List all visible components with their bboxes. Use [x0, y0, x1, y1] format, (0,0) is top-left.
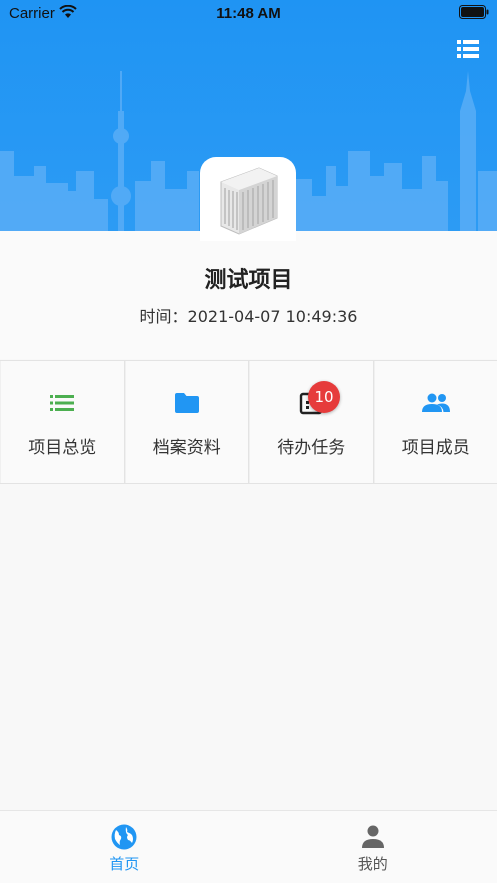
tab-home-label: 首页 [109, 855, 140, 873]
project-logo [200, 157, 296, 241]
grid-item-archives[interactable]: 档案资料 [124, 361, 249, 483]
status-bar: Carrier 11:48 AM [0, 0, 497, 26]
feature-grid: 项目总览 档案资料 10 待办任务 项目成员 [0, 360, 497, 484]
project-title: 测试项目 [204, 268, 293, 293]
grid-item-label: 项目成员 [401, 438, 470, 458]
grid-item-overview[interactable]: 项目总览 [0, 361, 125, 483]
globe-icon [111, 824, 137, 850]
grid-item-label: 待办任务 [277, 438, 346, 458]
folder-icon [173, 391, 201, 415]
grid-item-members[interactable]: 项目成员 [373, 361, 497, 483]
status-time: 11:48 AM [216, 5, 281, 22]
tab-home[interactable]: 首页 [0, 811, 249, 883]
bottom-tab-bar: 首页 我的 [0, 810, 497, 883]
project-time: 时间：2021-04-07 10:49:36 [0, 303, 497, 327]
list-menu-icon[interactable] [457, 40, 479, 58]
grid-item-todo[interactable]: 10 待办任务 [249, 361, 374, 483]
tab-mine[interactable]: 我的 [249, 811, 497, 883]
list-icon [48, 391, 76, 415]
todo-count-badge: 10 [308, 381, 340, 413]
grid-item-label: 项目总览 [28, 438, 97, 458]
time-value: 2021-04-07 10:49:36 [187, 307, 358, 326]
project-info-section [0, 231, 497, 359]
grid-item-label: 档案资料 [152, 438, 221, 458]
tab-mine-label: 我的 [357, 855, 388, 873]
building-icon [220, 167, 278, 235]
people-icon [421, 391, 450, 415]
person-icon [361, 825, 384, 848]
battery-icon [459, 5, 489, 19]
time-label: 时间： [139, 307, 188, 326]
